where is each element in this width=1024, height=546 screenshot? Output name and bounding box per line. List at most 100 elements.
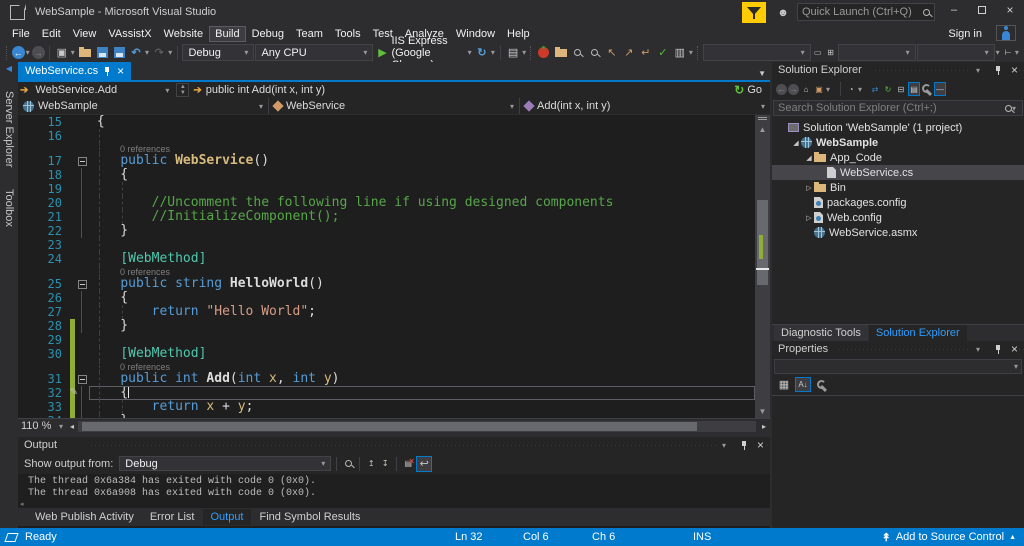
architecture-icon[interactable]: ⊢ [1002, 46, 1014, 60]
vassistx-filter-icon[interactable] [742, 2, 766, 23]
tree-item-webservice-asmx[interactable]: WebService.asmx [772, 225, 1024, 240]
solution-explorer-title-bar[interactable]: Solution Explorer ▾ [772, 62, 1024, 78]
solution-configurations-combo[interactable]: Debug▾ [182, 44, 254, 61]
code-row[interactable]: 27 return "Hello World"; [18, 305, 755, 319]
test-explorer-icon[interactable]: ▭ [812, 46, 824, 60]
attach-dropdown[interactable]: ▾ [522, 48, 527, 57]
switch-views-icon[interactable]: ▣ [813, 82, 825, 96]
code-text[interactable]: public int Add(int x, int y) [89, 372, 755, 386]
close-icon[interactable] [1011, 63, 1018, 77]
split-editor-handle[interactable] [758, 117, 767, 125]
type-dropdown[interactable]: WebService▾ [269, 98, 520, 114]
navigate-backward-dropdown[interactable]: ▾ [26, 48, 31, 57]
menu-help[interactable]: Help [501, 26, 536, 42]
restore-button[interactable] [968, 0, 996, 20]
run-tests-icon[interactable]: ⊞ [825, 46, 837, 60]
code-text[interactable]: { [89, 115, 755, 129]
expander-icon[interactable]: ◢ [791, 139, 801, 147]
code-row[interactable]: 22 } [18, 224, 755, 238]
window-position-dropdown-icon[interactable]: ▾ [976, 66, 986, 75]
code-text[interactable]: } [89, 319, 755, 333]
new-project-icon[interactable]: ▣ [54, 45, 70, 61]
menu-team[interactable]: Team [290, 26, 329, 42]
panel-tab-solution-explorer[interactable]: Solution Explorer [869, 325, 967, 341]
scroll-up-icon[interactable]: ▲ [755, 125, 770, 134]
sidebar-item-server-explorer[interactable]: Server Explorer [3, 87, 15, 171]
close-icon[interactable] [757, 438, 764, 452]
panel-tab-diagnostic-tools[interactable]: Diagnostic Tools [774, 325, 868, 341]
vassistx-tomato-icon[interactable] [536, 45, 552, 61]
save-all-icon[interactable] [111, 45, 127, 61]
undo-dropdown[interactable]: ▾ [145, 48, 150, 57]
code-row[interactable]: 26 { [18, 291, 755, 305]
se-forward-icon[interactable]: → [788, 84, 799, 95]
scroll-down-icon[interactable]: ▼ [755, 407, 770, 416]
code-text[interactable]: //Uncomment the following line if using … [89, 196, 755, 210]
empty-combo-3[interactable]: ▾ [917, 44, 995, 61]
menu-file[interactable]: File [6, 26, 36, 42]
code-lines[interactable]: 15 {160 references17 public WebService()… [18, 115, 755, 418]
editor-zoom-combo[interactable]: 110 %▾ [18, 420, 66, 432]
clear-all-icon[interactable]: ▤ [402, 457, 414, 471]
pin-icon[interactable] [994, 65, 1003, 76]
code-row[interactable]: 21 //InitializeComponent(); [18, 210, 755, 224]
new-project-dropdown[interactable]: ▾ [71, 48, 76, 57]
bottom-tab-find-symbol-results[interactable]: Find Symbol Results [253, 509, 368, 525]
collapse-all-icon[interactable]: ⊟ [895, 82, 907, 96]
solution-search-box[interactable]: ▾ [773, 100, 1023, 116]
va-toolbar-dropdown[interactable]: ▾ [689, 48, 694, 57]
code-row[interactable]: 30 [WebMethod] [18, 347, 755, 361]
bottom-tab-output[interactable]: Output [203, 509, 250, 525]
code-row[interactable]: 23 [18, 238, 755, 252]
empty-combo-1[interactable]: ▾ [703, 44, 811, 61]
tree-item-packages-config[interactable]: packages.config [772, 195, 1024, 210]
collapse-region-icon[interactable] [78, 280, 87, 289]
sidebar-item-toolbox[interactable]: Toolbox [3, 185, 15, 231]
code-text[interactable]: { [89, 168, 755, 182]
collapse-region-icon[interactable] [78, 375, 87, 384]
va-find-references-icon[interactable] [570, 45, 586, 61]
find-message-icon[interactable] [342, 457, 354, 471]
code-row[interactable]: 32✎ { [18, 386, 755, 400]
window-position-dropdown-icon[interactable]: ▾ [722, 441, 732, 450]
refresh-browser-icon[interactable]: ↻ [474, 45, 490, 61]
quick-launch-input[interactable] [802, 6, 923, 18]
menu-vassistx[interactable]: VAssistX [102, 26, 157, 42]
window-position-dropdown-icon[interactable]: ▾ [976, 345, 986, 354]
quick-launch-box[interactable] [797, 3, 935, 21]
undo-icon[interactable]: ↶ [128, 45, 144, 61]
editor-vertical-scrollbar[interactable]: ▲ ▼ [755, 115, 770, 418]
minimize-button[interactable] [940, 0, 968, 20]
solution-search-input[interactable] [778, 102, 1005, 114]
attach-to-process-icon[interactable]: ▤ [505, 45, 521, 61]
output-hscrollbar[interactable]: ◂ [18, 500, 770, 508]
code-text[interactable] [89, 333, 755, 347]
empty-combo-2[interactable]: ▾ [838, 44, 916, 61]
va-nav-forward-icon[interactable]: ↗ [621, 45, 637, 61]
code-text[interactable]: return x + y; [89, 400, 755, 414]
code-row[interactable]: 31 public int Add(int x, int y) [18, 372, 755, 386]
expander-icon[interactable]: ▷ [804, 214, 814, 222]
code-text[interactable]: } [89, 224, 755, 238]
code-row[interactable]: 17 public WebService() [18, 154, 755, 168]
tree-item-solution-websample-1-project-[interactable]: Solution 'WebSample' (1 project) [772, 120, 1024, 135]
menu-test[interactable]: Test [367, 26, 399, 42]
home-icon[interactable]: ⌂ [800, 82, 812, 96]
tab-webservice-cs[interactable]: WebService.cs [18, 62, 131, 80]
sync-with-active-document-icon[interactable]: ⇄ [869, 82, 881, 96]
hscrollbar-thumb[interactable] [82, 422, 697, 431]
va-find-symbol-icon[interactable] [587, 45, 603, 61]
bottom-tab-web-publish-activity[interactable]: Web Publish Activity [28, 509, 141, 525]
pin-icon[interactable] [103, 66, 112, 77]
code-text[interactable] [89, 129, 755, 143]
pending-changes-filter-icon[interactable]: ◔ [845, 82, 857, 96]
switch-views-dropdown[interactable]: ▾ [826, 85, 836, 94]
close-icon[interactable] [1011, 342, 1018, 356]
menu-tools[interactable]: Tools [329, 26, 367, 42]
code-row[interactable]: 25 public string HelloWorld() [18, 277, 755, 291]
expander-icon[interactable]: ◢ [804, 154, 814, 162]
fold-margin[interactable] [75, 154, 89, 168]
code-text[interactable]: return "Hello World"; [89, 305, 755, 319]
project-dropdown[interactable]: WebSample▾ [18, 98, 269, 114]
scroll-left-icon[interactable]: ◂ [66, 419, 78, 433]
